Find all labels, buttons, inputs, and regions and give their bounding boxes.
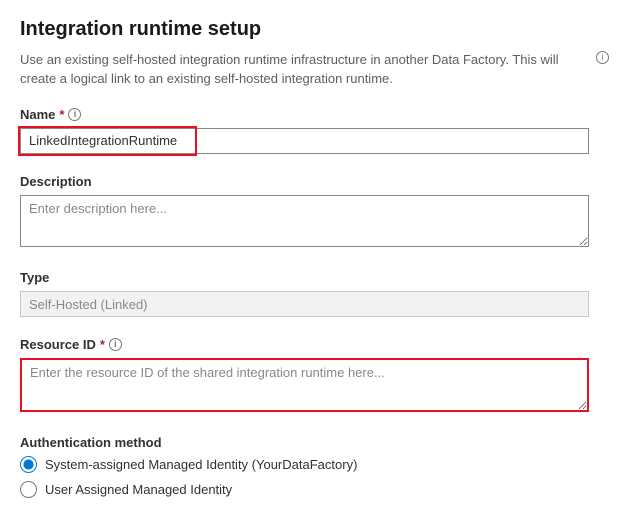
resource-id-input[interactable] (20, 358, 589, 412)
description-label-text: Description (20, 174, 92, 189)
type-value: Self-Hosted (Linked) (20, 291, 589, 317)
auth-method-field: Authentication method System-assigned Ma… (20, 435, 609, 498)
required-asterisk: * (59, 107, 64, 122)
type-label: Type (20, 270, 609, 285)
info-icon[interactable]: i (109, 338, 122, 351)
auth-option-system[interactable]: System-assigned Managed Identity (YourDa… (20, 456, 609, 473)
info-icon[interactable]: i (596, 49, 609, 64)
description-input[interactable] (20, 195, 589, 247)
name-label: Name * i (20, 107, 609, 122)
description-field: Description (20, 174, 609, 250)
type-field: Type Self-Hosted (Linked) (20, 270, 609, 317)
resource-id-field: Resource ID * i (20, 337, 609, 415)
page-subtitle: Use an existing self-hosted integration … (20, 51, 590, 89)
auth-option-user[interactable]: User Assigned Managed Identity (20, 481, 609, 498)
info-icon[interactable]: i (68, 108, 81, 121)
type-label-text: Type (20, 270, 49, 285)
page-title: Integration runtime setup (20, 18, 609, 41)
auth-option-user-label: User Assigned Managed Identity (45, 482, 232, 497)
name-field: Name * i (20, 107, 609, 154)
auth-option-system-label: System-assigned Managed Identity (YourDa… (45, 457, 357, 472)
name-input[interactable] (20, 128, 589, 154)
auth-method-label: Authentication method (20, 435, 609, 450)
required-asterisk: * (100, 337, 105, 352)
auth-radio-user[interactable] (20, 481, 37, 498)
auth-method-label-text: Authentication method (20, 435, 162, 450)
auth-radio-system[interactable] (20, 456, 37, 473)
resource-id-label: Resource ID * i (20, 337, 609, 352)
resource-id-label-text: Resource ID (20, 337, 96, 352)
auth-radio-group: System-assigned Managed Identity (YourDa… (20, 456, 609, 498)
description-label: Description (20, 174, 609, 189)
name-label-text: Name (20, 107, 55, 122)
